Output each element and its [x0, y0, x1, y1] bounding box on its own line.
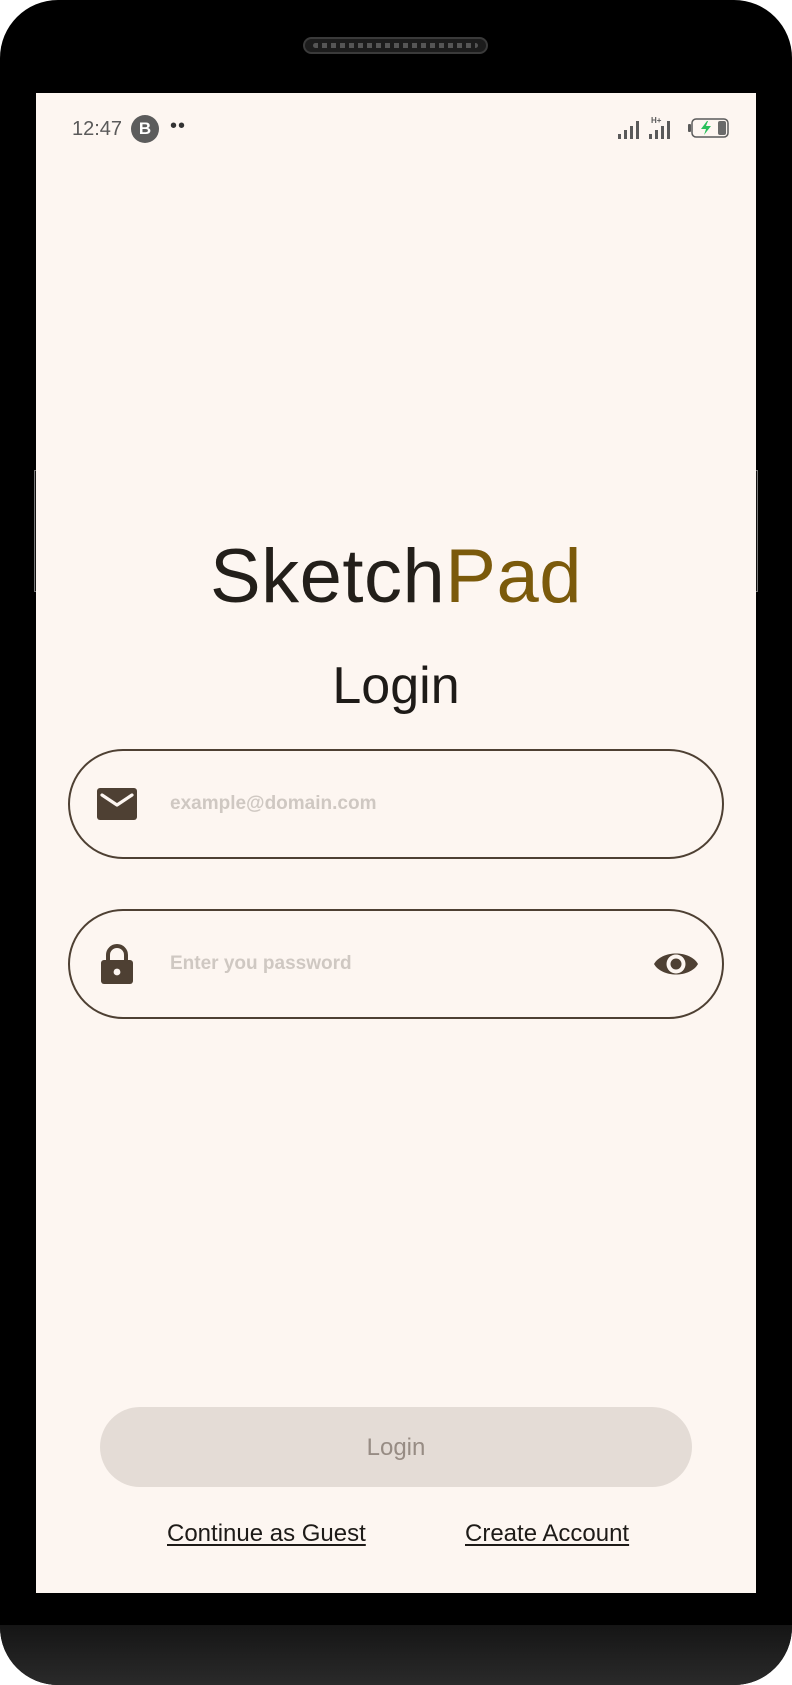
speaker-grille: [303, 37, 488, 54]
continue-as-guest-link[interactable]: Continue as Guest: [167, 1520, 366, 1548]
mail-icon: [97, 788, 137, 820]
login-button[interactable]: Login: [100, 1407, 692, 1487]
svg-text:H+: H+: [651, 116, 662, 125]
app-screen: 12:47 B •• H+ SketchPad Login example@do…: [36, 93, 756, 1593]
brand-part-sketch: Sketch: [209, 534, 446, 619]
signal-icon: H+: [618, 116, 670, 139]
create-account-link[interactable]: Create Account: [465, 1520, 629, 1548]
password-field[interactable]: [68, 909, 724, 1019]
brand-part-pad: Pad: [445, 534, 583, 619]
app-brand: SketchPad: [36, 533, 756, 620]
app-notification-icon: B: [131, 115, 159, 143]
lock-icon: [101, 944, 133, 984]
password-input[interactable]: [170, 911, 610, 1017]
email-input[interactable]: [170, 751, 610, 857]
phone-frame: 12:47 B •• H+ SketchPad Login example@do…: [0, 0, 792, 1685]
eye-icon[interactable]: [652, 945, 700, 983]
bottom-bezel: [0, 1625, 792, 1685]
email-field[interactable]: [68, 749, 724, 859]
status-time: 12:47: [72, 118, 123, 140]
status-bar: 12:47 B •• H+: [36, 93, 756, 163]
page-title: Login: [332, 657, 460, 715]
battery-charging-icon: [688, 118, 729, 138]
more-notifications-icon: ••: [170, 115, 187, 137]
